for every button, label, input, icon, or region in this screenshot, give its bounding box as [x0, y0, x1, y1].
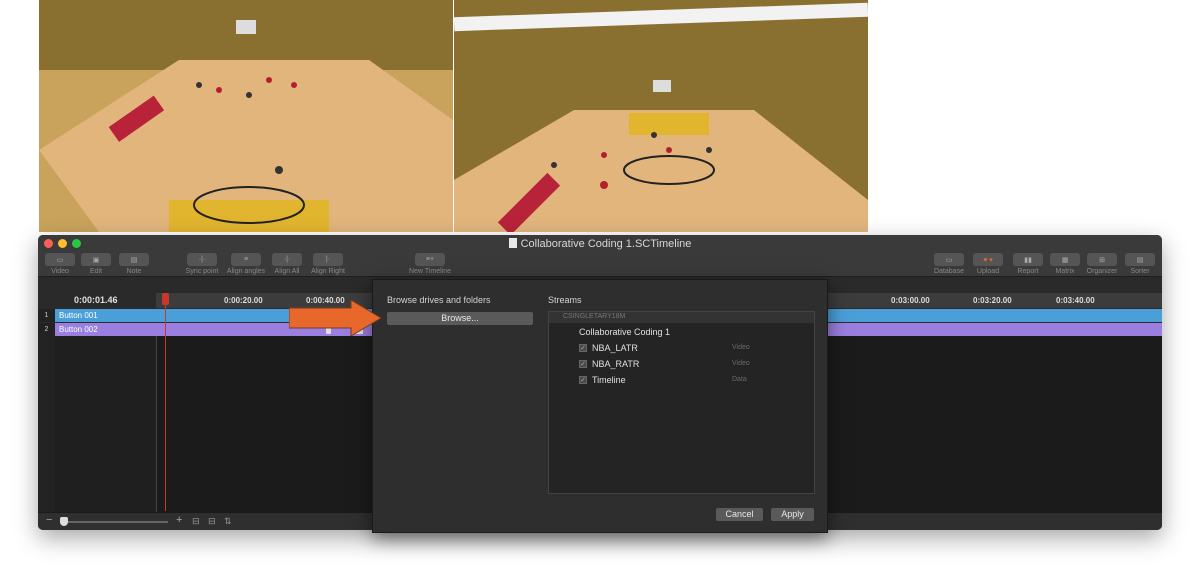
sorter-icon: ▤ [1125, 253, 1155, 266]
report-icon: ▮▮ [1013, 253, 1043, 266]
title-bar: Collaborative Coding 1.SCTimeline [38, 235, 1162, 253]
toolbar: ▭ Video ▣ Edit ▤ Note ·|· Sync point ≡ Align … [38, 253, 1162, 277]
toolbar-matrix-button[interactable]: ▦ Matrix [1047, 253, 1083, 275]
stream-checkbox[interactable]: ✓ [579, 376, 587, 384]
stream-type: Video [732, 344, 750, 351]
window-title-text: Collaborative Coding 1.SCTimeline [520, 238, 692, 250]
stream-name: Timeline [592, 375, 626, 385]
row-number-gutter [38, 336, 55, 512]
apply-button[interactable]: Apply [771, 508, 814, 521]
toolbar-database-label: Database [934, 268, 964, 275]
row-number: 2 [38, 323, 55, 336]
toolbar-align-right-label: Align Right [311, 268, 345, 275]
row-label: Button 002 [59, 325, 98, 334]
ruler-time-label: 0:03:40.00 [1056, 296, 1095, 305]
matrix-icon: ▦ [1050, 253, 1080, 266]
toolbar-note-label: Note [126, 268, 142, 275]
toolbar-align-angles-label: Align angles [226, 268, 266, 275]
zoom-slider-knob[interactable] [60, 517, 68, 526]
align-all-icon: ·|· [272, 253, 302, 266]
toolbar-sorter-label: Sorter [1130, 268, 1150, 275]
toolbar-sync-point-button[interactable]: ·|· Sync point [183, 253, 221, 275]
toolbar-note-button[interactable]: ▤ Note [118, 253, 150, 275]
stream-type: Video [732, 360, 750, 367]
track-list [55, 336, 156, 512]
playhead-knob[interactable] [162, 293, 169, 305]
toolbar-video-button[interactable]: ▭ Video [44, 253, 76, 275]
video-preview-left [39, 0, 453, 232]
zoom-slider[interactable] [60, 521, 168, 523]
stream-row[interactable]: ✓ Timeline Data [549, 373, 814, 389]
toolbar-report-label: Report [1017, 268, 1039, 275]
toolbar-organizer-label: Organizer [1086, 268, 1118, 275]
streams-heading: Streams [548, 295, 582, 305]
new-timeline-icon: ≡+ [415, 253, 445, 266]
stream-row[interactable]: ✓ NBA_LATR Video [549, 341, 814, 357]
organizer-icon: ⊞ [1087, 253, 1117, 266]
browse-button[interactable]: Browse... [387, 312, 533, 325]
note-icon: ▤ [119, 253, 149, 266]
browse-heading: Browse drives and folders [387, 295, 491, 305]
annotation-arrow-icon [289, 300, 381, 336]
toolbar-new-timeline-label: New Timeline [408, 268, 451, 275]
toolbar-database-button[interactable]: ▭ Database [931, 253, 967, 275]
stream-checkbox[interactable]: ✓ [579, 344, 587, 352]
zoom-in-icon[interactable]: + [176, 514, 182, 526]
current-time-display: 0:00:01.46 [74, 295, 118, 305]
toolbar-align-right-button[interactable]: |· Align Right [308, 253, 348, 275]
align-angles-icon: ≡ [231, 253, 261, 266]
streams-list[interactable]: CSINGLETARY18M Collaborative Coding 1 ✓ N… [548, 311, 815, 494]
document-icon [508, 238, 517, 248]
toolbar-edit-label: Edit [89, 268, 103, 275]
ruler-time-label: 0:00:20.00 [224, 296, 263, 305]
toolbar-video-label: Video [51, 268, 69, 275]
source-header: CSINGLETARY18M [549, 312, 814, 323]
project-row[interactable]: Collaborative Coding 1 [549, 325, 814, 341]
stream-name: NBA_RATR [592, 359, 640, 369]
video-icon: ▭ [45, 253, 75, 266]
toolbar-upload-label: Upload [976, 268, 1000, 275]
video-preview-right [454, 0, 868, 232]
stream-type: Data [732, 376, 747, 383]
sort-icon[interactable]: ⇅ [224, 516, 232, 527]
toolbar-align-all-label: Align All [274, 268, 300, 275]
expand-rows-icon[interactable]: ⊟ [208, 516, 216, 527]
align-right-icon: |· [313, 253, 343, 266]
project-name: Collaborative Coding 1 [579, 327, 671, 337]
toolbar-sorter-button[interactable]: ▤ Sorter [1123, 253, 1157, 275]
collapse-rows-icon[interactable]: ⊟ [192, 516, 200, 527]
window-title: Collaborative Coding 1.SCTimeline [38, 238, 1162, 250]
add-streams-dialog: Browse drives and folders Browse... Stre… [372, 279, 828, 533]
edit-icon: ▣ [81, 253, 111, 266]
stream-checkbox[interactable]: ✓ [579, 360, 587, 368]
row-number: 1 [38, 309, 55, 322]
toolbar-align-angles-button[interactable]: ≡ Align angles [225, 253, 267, 275]
playhead-line[interactable] [165, 293, 166, 511]
stream-name: NBA_LATR [592, 343, 638, 353]
toolbar-matrix-label: Matrix [1055, 268, 1075, 275]
toolbar-upload-button[interactable]: ♥ ▾ Upload [970, 253, 1006, 275]
toolbar-new-timeline-button[interactable]: ≡+ New Timeline [406, 253, 454, 275]
toolbar-align-all-button[interactable]: ·|· Align All [270, 253, 304, 275]
row-label: Button 001 [59, 311, 98, 320]
ruler-time-label: 0:03:20.00 [973, 296, 1012, 305]
stream-row[interactable]: ✓ NBA_RATR Video [549, 357, 814, 373]
cancel-button[interactable]: Cancel [716, 508, 763, 521]
sync-point-icon: ·|· [187, 253, 217, 266]
toolbar-report-button[interactable]: ▮▮ Report [1010, 253, 1046, 275]
database-icon: ▭ [934, 253, 964, 266]
toolbar-sync-point-label: Sync point [185, 268, 219, 275]
source-name: CSINGLETARY18M [563, 313, 626, 320]
ruler-time-label: 0:03:00.00 [891, 296, 930, 305]
zoom-out-icon[interactable]: − [46, 514, 52, 526]
toolbar-edit-button[interactable]: ▣ Edit [80, 253, 112, 275]
toolbar-organizer-button[interactable]: ⊞ Organizer [1083, 253, 1121, 275]
upload-icon: ♥ ▾ [973, 253, 1003, 266]
